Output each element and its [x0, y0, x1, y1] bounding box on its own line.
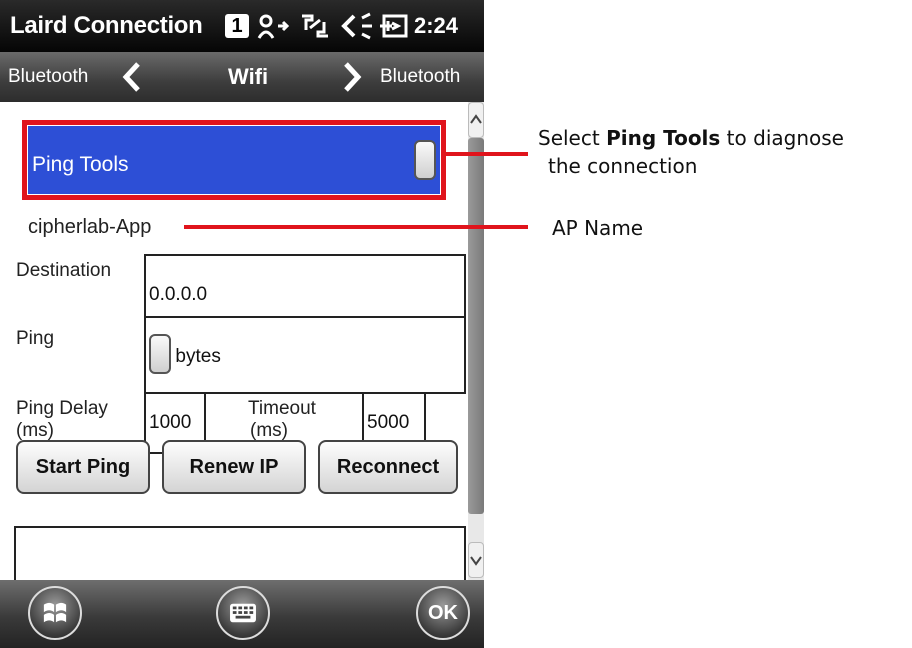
scroll-thumb[interactable]: [468, 138, 484, 514]
timeout-value: 5000: [367, 412, 410, 433]
callout-ping-tools: Select Ping Tools to diagnose the connec…: [538, 126, 844, 178]
battery-plug-icon[interactable]: [378, 12, 410, 47]
timeout-label: Timeout (ms): [248, 398, 316, 441]
clock: 2:24: [414, 13, 459, 38]
callout-line-ap-name: [184, 225, 528, 229]
signal-person-icon[interactable]: [256, 12, 292, 47]
destination-field[interactable]: 0.0.0.0: [144, 254, 466, 318]
ok-label: OK: [428, 602, 458, 624]
scrollbar[interactable]: [468, 102, 484, 580]
chevron-left-icon[interactable]: [120, 60, 144, 99]
keyboard-icon[interactable]: [216, 586, 270, 640]
renew-ip-button[interactable]: Renew IP: [162, 440, 306, 494]
chevron-right-icon[interactable]: [340, 60, 364, 99]
speaker-mute-icon[interactable]: [340, 12, 374, 47]
start-ping-button[interactable]: Start Ping: [16, 440, 150, 494]
scroll-up-icon[interactable]: [468, 102, 484, 138]
ping-result-area[interactable]: [14, 526, 466, 586]
device-screen: Laird Connection 1 2:24 Bluetooth Wifi B…: [0, 0, 484, 648]
nav-previous-label[interactable]: Bluetooth: [8, 66, 88, 88]
ping-size-label: Ping: [16, 328, 55, 349]
chevron-down-icon[interactable]: [149, 334, 171, 374]
callout-ap-name: AP Name: [552, 216, 644, 240]
destination-label: Destination: [16, 260, 112, 281]
callout-line-ping-tools: [444, 152, 528, 156]
ok-button[interactable]: OK: [416, 586, 470, 640]
notification-badge[interactable]: 1: [225, 14, 249, 38]
status-bar: Laird Connection 1 2:24: [0, 0, 484, 52]
scroll-down-icon[interactable]: [468, 542, 484, 578]
nav-next-label[interactable]: Bluetooth: [380, 66, 460, 88]
reconnect-button[interactable]: Reconnect: [318, 440, 458, 494]
main-content: Ping Tools cipherlab-App Destination 0.0…: [0, 102, 468, 586]
windows-start-icon[interactable]: [28, 586, 82, 640]
ping-delay-value: 1000: [149, 412, 192, 433]
highlight-box: [22, 120, 446, 200]
ping-size-select[interactable]: 32 bytes: [144, 316, 466, 394]
app-title: Laird Connection: [10, 12, 203, 39]
ping-delay-label: Ping Delay (ms): [16, 398, 108, 441]
ap-name-label: cipherlab-App: [28, 216, 152, 238]
tab-navigation-bar: Bluetooth Wifi Bluetooth: [0, 52, 484, 102]
softkey-bar: OK: [0, 580, 484, 648]
sync-icon[interactable]: [298, 12, 332, 47]
nav-current-tab: Wifi: [228, 64, 269, 89]
destination-value: 0.0.0.0: [149, 284, 208, 305]
